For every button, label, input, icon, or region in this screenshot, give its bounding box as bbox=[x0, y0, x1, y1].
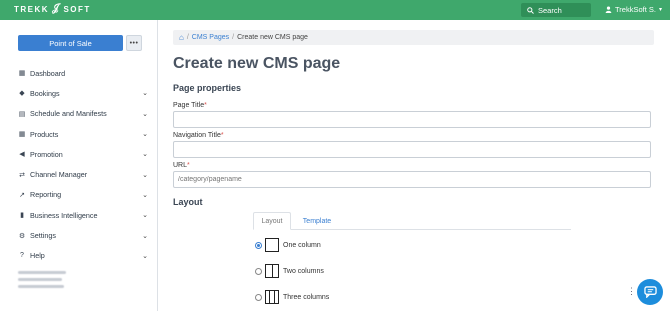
user-icon bbox=[605, 6, 612, 13]
search-button[interactable]: Search bbox=[521, 3, 591, 17]
column-layout-icon bbox=[265, 290, 279, 304]
chevron-down-icon: ⌄ bbox=[142, 212, 148, 220]
chevron-down-icon: ⌄ bbox=[142, 191, 148, 199]
grid-icon: ▦ bbox=[18, 131, 26, 139]
sidebar-nav: ▦ Dashboard ◆ Bookings ⌄ ▤ Schedule and Manife… bbox=[0, 63, 158, 266]
user-menu[interactable]: TrekkSoft S. ▾ bbox=[605, 5, 662, 14]
sidebar: Point of Sale ••• ▦ Dashboard ◆ Bookings ⌄ ▤ S… bbox=[0, 20, 158, 311]
navigation-title-label-text: Navigation Title bbox=[173, 132, 221, 139]
chevron-down-icon: ⌄ bbox=[142, 131, 148, 139]
sidebar-item-dashboard[interactable]: ▦ Dashboard bbox=[0, 63, 158, 83]
layout-option-label: Two columns bbox=[283, 267, 324, 275]
sidebar-item-label: Schedule and Manifests bbox=[30, 109, 107, 119]
tab-template[interactable]: Template bbox=[297, 212, 337, 230]
sidebar-item-schedule-and-manifests[interactable]: ▤ Schedule and Manifests ⌄ bbox=[0, 104, 158, 124]
layout-tabs: Layout Template bbox=[253, 212, 571, 230]
breadcrumb-separator: / bbox=[232, 34, 235, 41]
url-label: URL* bbox=[173, 162, 190, 169]
line-chart-icon: ↗ bbox=[19, 191, 25, 199]
layout-option-label: Three columns bbox=[283, 293, 330, 301]
sidebar-item-help[interactable]: ? Help ⌄ bbox=[0, 246, 158, 266]
required-mark: * bbox=[187, 162, 190, 169]
megaphone-icon: ◀ bbox=[19, 151, 25, 159]
layout-radio[interactable] bbox=[255, 267, 262, 275]
sidebar-item-label: Bookings bbox=[30, 88, 60, 98]
sidebar-item-label: Products bbox=[30, 129, 59, 139]
tab-layout[interactable]: Layout bbox=[253, 212, 291, 230]
search-icon bbox=[527, 6, 534, 14]
required-mark: * bbox=[220, 132, 224, 139]
sidebar-item-settings[interactable]: ⚙ Settings ⌄ bbox=[0, 225, 158, 245]
chevron-down-icon: ⌄ bbox=[142, 252, 148, 260]
chevron-down-icon: ⌄ bbox=[142, 90, 148, 98]
sidebar-item-business-intelligence[interactable]: ▮ Business Intelligence ⌄ bbox=[0, 205, 158, 225]
share-icon: ⇄ bbox=[19, 171, 25, 179]
dashboard-icon: ▦ bbox=[18, 70, 26, 78]
page-title-input[interactable] bbox=[173, 111, 651, 128]
sidebar-item-promotion[interactable]: ◀ Promotion ⌄ bbox=[0, 144, 158, 164]
layout-radio[interactable] bbox=[255, 241, 262, 249]
navigation-title-label: Navigation Title* bbox=[173, 132, 224, 139]
sidebar-item-products[interactable]: ▦ Products ⌄ bbox=[0, 124, 158, 144]
sidebar-item-label: Promotion bbox=[30, 149, 63, 159]
gear-icon: ⚙ bbox=[18, 232, 26, 240]
chevron-down-icon: ⌄ bbox=[142, 232, 148, 240]
calendar-icon: ▤ bbox=[18, 110, 26, 118]
sidebar-item-label: Channel Manager bbox=[30, 170, 88, 180]
caret-down-icon: ▾ bbox=[658, 7, 662, 13]
sidebar-item-label: Settings bbox=[30, 231, 56, 241]
chat-button[interactable] bbox=[637, 279, 663, 305]
sidebar-item-label: Reporting bbox=[30, 190, 62, 200]
point-of-sale-button[interactable]: Point of Sale bbox=[18, 35, 123, 51]
top-bar: TREKK 𝒥 SOFT Search TrekkSoft S. ▾ bbox=[0, 0, 670, 20]
sidebar-item-label: Dashboard bbox=[30, 68, 66, 78]
logo-mark-icon: 𝒥 bbox=[52, 3, 61, 14]
chevron-down-icon: ⌄ bbox=[142, 110, 148, 118]
breadcrumb-cms-pages[interactable]: CMS Pages bbox=[192, 34, 229, 41]
required-mark: * bbox=[204, 102, 207, 109]
tag-icon: ◆ bbox=[19, 90, 25, 98]
url-input[interactable] bbox=[173, 171, 651, 188]
sidebar-item-channel-manager[interactable]: ⇄ Channel Manager ⌄ bbox=[0, 164, 158, 184]
layout-radio[interactable] bbox=[255, 293, 262, 301]
page-properties-heading: Page properties bbox=[173, 83, 242, 93]
layout-heading: Layout bbox=[173, 197, 203, 207]
sidebar-item-label: Help bbox=[30, 251, 45, 261]
page-title-label-text: Page Title bbox=[173, 102, 205, 109]
sidebar-item-reporting[interactable]: ↗ Reporting ⌄ bbox=[0, 185, 158, 205]
page-title-label: Page Title* bbox=[173, 102, 207, 109]
chevron-down-icon: ⌄ bbox=[142, 151, 148, 159]
main-content: ⌂ / CMS Pages / Create new CMS page Crea… bbox=[158, 20, 670, 311]
layout-option-1-column[interactable]: One column bbox=[255, 238, 321, 252]
breadcrumb-current: Create new CMS page bbox=[237, 34, 308, 41]
chevron-down-icon: ⌄ bbox=[142, 171, 148, 179]
more-options-button[interactable]: ••• bbox=[126, 35, 142, 51]
layout-option-2-column[interactable]: Two columns bbox=[255, 264, 324, 278]
breadcrumb-separator: / bbox=[186, 34, 189, 41]
search-label: Search bbox=[538, 5, 562, 15]
breadcrumb: ⌂ / CMS Pages / Create new CMS page bbox=[173, 30, 654, 45]
url-label-text: URL bbox=[173, 162, 188, 169]
user-name: TrekkSoft S. bbox=[615, 5, 656, 14]
column-layout-icon bbox=[265, 264, 279, 278]
trekksoft-logo[interactable]: TREKK 𝒥 SOFT bbox=[14, 4, 91, 14]
question-icon: ? bbox=[20, 252, 24, 260]
navigation-title-input[interactable] bbox=[173, 141, 651, 158]
layout-option-label: One column bbox=[283, 241, 321, 249]
home-icon[interactable]: ⌂ bbox=[179, 33, 184, 42]
sidebar-item-label: Business Intelligence bbox=[30, 210, 98, 220]
layout-option-3-column[interactable]: Three columns bbox=[255, 290, 329, 304]
chat-icon bbox=[643, 286, 657, 298]
version-info bbox=[18, 271, 66, 292]
page-title: Create new CMS page bbox=[173, 55, 341, 72]
sidebar-item-bookings[interactable]: ◆ Bookings ⌄ bbox=[0, 83, 158, 103]
column-layout-icon bbox=[265, 238, 279, 252]
bar-chart-icon: ▮ bbox=[20, 212, 24, 220]
